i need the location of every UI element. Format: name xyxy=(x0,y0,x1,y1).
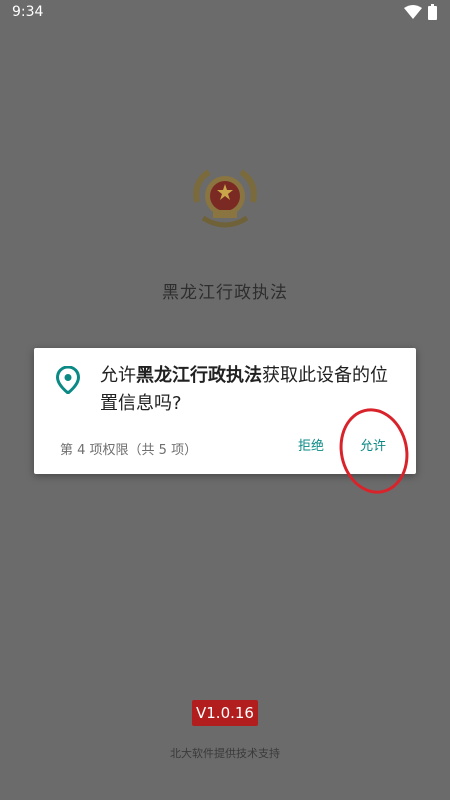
message-prefix: 允许 xyxy=(100,365,136,386)
wifi-icon xyxy=(404,5,422,19)
status-bar: 9:34 xyxy=(0,0,450,24)
national-emblem-logo xyxy=(193,169,257,228)
support-text: 北大软件提供技术支持 xyxy=(170,747,280,760)
dialog-message: 允许黑龙江行政执法获取此设备的位置信息吗? xyxy=(100,362,400,418)
status-time: 9:34 xyxy=(12,4,44,20)
status-icons xyxy=(404,4,440,20)
deny-button[interactable]: 拒绝 xyxy=(294,434,328,460)
battery-icon xyxy=(428,4,437,20)
version-badge: V1.0.16 xyxy=(192,700,258,726)
permission-count: 第 4 项权限（共 5 项） xyxy=(60,443,198,458)
app-title: 黑龙江行政执法 xyxy=(162,283,288,303)
location-pin-icon xyxy=(56,366,80,394)
message-app-name: 黑龙江行政执法 xyxy=(136,365,262,386)
